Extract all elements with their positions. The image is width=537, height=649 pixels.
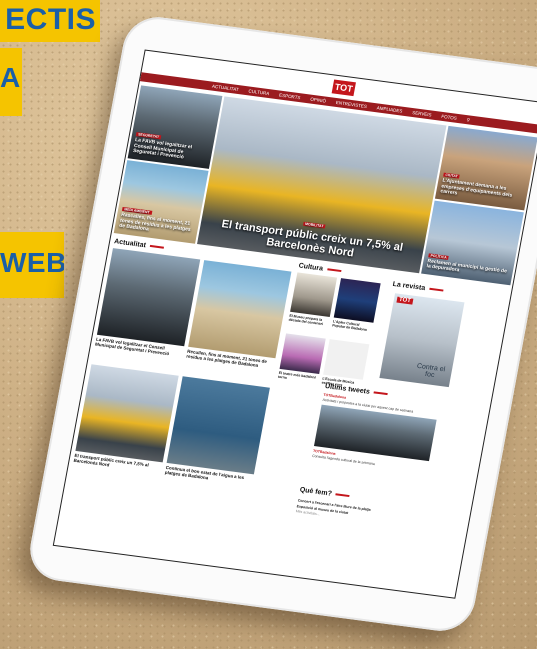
culture-card-1-image [290, 272, 338, 317]
culture-card-3-image [279, 333, 326, 375]
yellow-banner-lower: WEB [0, 232, 64, 298]
hero-right-bottom-caption: Reclamen al municipi la gestió de la dep… [425, 257, 508, 275]
culture-card-4-image [323, 339, 370, 380]
nav-item-fotos[interactable]: FOTOS [441, 112, 458, 123]
search-icon[interactable]: ⚲ [466, 115, 471, 124]
site-logo[interactable]: TOT [331, 79, 356, 97]
nav-item-entrevistes[interactable]: ENTREVISTES [335, 98, 368, 111]
yellow-banner-mid: A! [0, 48, 22, 116]
news-card-4[interactable]: Continua el bon estat de l’aigua a les p… [164, 376, 270, 486]
hero-center[interactable]: MOBILITAT El transport públic creix un 7,… [197, 96, 447, 274]
yellow-banner-top: ECTIS [0, 0, 100, 42]
tweets-feed: TOTBadalona Activitats i propostes a la … [312, 393, 439, 473]
nav-item-cultura[interactable]: CULTURA [248, 86, 270, 98]
hero-left-bottom-caption: Rascalles, fins al moment, 21 tones de r… [118, 211, 192, 233]
nav-item-serveis[interactable]: SERVEIS [411, 108, 432, 119]
magazine-logo: TOT [396, 296, 414, 305]
culture-card-1[interactable]: El Museu prepara la dècada del centenari [288, 272, 338, 326]
nav-item-opinio[interactable]: OPINIÓ [310, 95, 327, 106]
nav-item-ampliades[interactable]: AMPLIADES [376, 103, 403, 115]
hero-right-top-caption: L’Ajuntament demana a les empreses d’equ… [439, 177, 513, 199]
nav-item-actualitat[interactable]: ACTUALITAT [211, 82, 240, 94]
news-card-3-image [75, 364, 179, 463]
news-card-2[interactable]: Recullen, fins al moment, 21 tones de re… [186, 260, 292, 370]
news-card-3[interactable]: El transport públic creix un 7,5% al Bar… [73, 364, 179, 474]
culture-card-2[interactable]: L’Aplec Cultural Popular de Badalona [332, 278, 381, 332]
culture-card-4[interactable]: L’Escola de Música estrena curs [321, 339, 370, 390]
hero-left-top[interactable]: SEGURETAT La FAVB vol legalitzar el Conse… [127, 85, 223, 169]
hero-right-top[interactable]: CIUTAT L’Ajuntament demana a les empreses… [434, 125, 537, 211]
hero-left-bottom[interactable]: MEDI AMBIENT Rascalles, fins al moment, 2… [113, 160, 209, 244]
news-card-2-image [188, 260, 292, 359]
culture-card-2-image [333, 278, 381, 323]
news-card-1-image [96, 248, 201, 347]
news-card-4-image [166, 376, 270, 475]
section-title-revista[interactable]: La revista [392, 281, 444, 295]
news-card-1[interactable]: La FAVB vol legalitzar el Consell Munici… [95, 248, 201, 358]
nav-item-esports[interactable]: ESPORTS [278, 91, 301, 103]
agenda-list: Concert a l'escenari a l'aire lliure de … [295, 496, 415, 528]
magazine-cover[interactable]: TOT Contra el foc [379, 293, 465, 388]
hero-right-bottom[interactable]: POLÍTICA Reclamen al municipi la gestió d… [421, 200, 524, 286]
hero-left-top-caption: La FAVB vol legalitzar el Consell Munici… [132, 136, 193, 161]
tablet-screen: TOT ACTUALITAT CULTURA ESPORTS OPINIÓ EN… [52, 49, 537, 599]
magazine-cover-text: Contra el foc [416, 362, 446, 380]
culture-card-3[interactable]: El teatre més badaloní torna [278, 333, 326, 384]
